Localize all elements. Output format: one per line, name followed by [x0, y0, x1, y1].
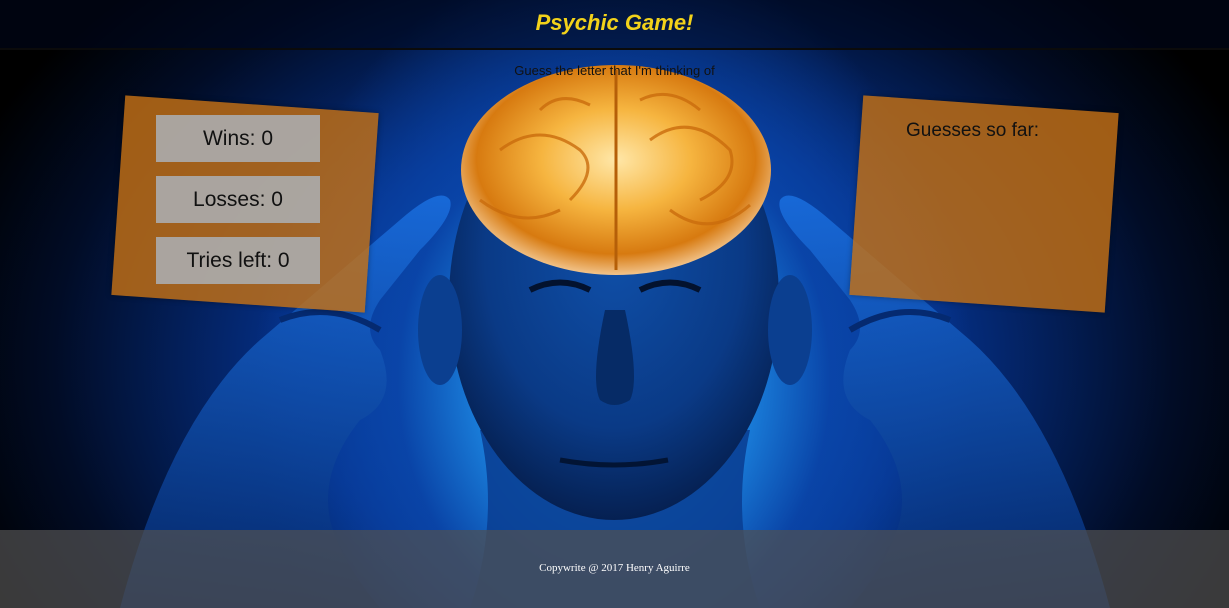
page-footer: Copywrite @ 2017 Henry Aguirre: [0, 530, 1229, 608]
wins-counter: Wins: 0: [156, 115, 320, 162]
page: Psychic Game! Guess the letter that I'm …: [0, 0, 1229, 608]
page-title: Psychic Game!: [535, 10, 694, 35]
tries-left-counter: Tries left: 0: [156, 237, 320, 284]
page-header: Psychic Game!: [0, 0, 1229, 50]
guesses-label: Guesses so far:: [906, 120, 1040, 141]
copyright-text: Copywrite @ 2017 Henry Aguirre: [539, 562, 690, 574]
instructions-text: Guess the letter that I'm thinking of: [514, 63, 715, 78]
losses-counter: Losses: 0: [156, 176, 320, 223]
